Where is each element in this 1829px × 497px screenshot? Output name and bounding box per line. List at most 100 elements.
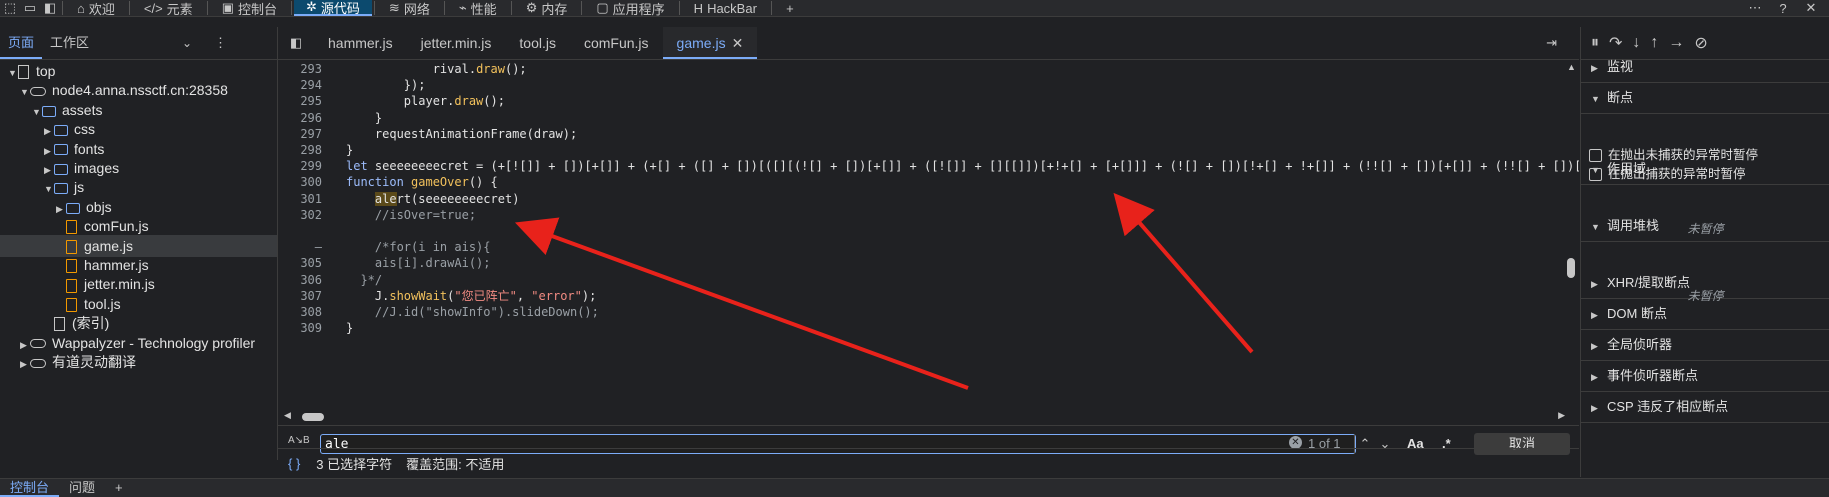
code-token: "您已阵亡" — [454, 288, 517, 303]
scroll-right-icon[interactable]: ▶ — [1558, 410, 1565, 421]
tab-3[interactable]: ✲ 源代码 — [294, 0, 372, 16]
step-out-icon[interactable]: ↑ — [1650, 34, 1658, 52]
scroll-thumb[interactable] — [1567, 258, 1575, 278]
tab-page[interactable]: 页面 — [0, 27, 43, 59]
more-vert-icon[interactable]: ⋮ — [214, 27, 227, 59]
tree-item[interactable]: ▶ 有道灵动翻译 — [0, 351, 277, 373]
scroll-left-icon[interactable]: ◀ — [284, 410, 291, 421]
section-header[interactable]: ▶ 事件侦听器断点 — [1581, 361, 1829, 392]
tab-7[interactable]: ▢ 应用程序 — [584, 0, 676, 16]
device-toggle-icon[interactable]: ▭ — [20, 0, 40, 15]
file-tab[interactable]: tool.js — [505, 27, 570, 59]
close-tab-icon[interactable]: ✕ — [732, 35, 744, 51]
section-header[interactable]: ▼ 断点 — [1581, 83, 1829, 114]
step-over-icon[interactable]: ↷ — [1609, 33, 1622, 53]
file-tab-label: tool.js — [519, 35, 556, 51]
pause-icon[interactable]: ⏸ — [1591, 34, 1599, 52]
file-tab[interactable]: comFun.js — [570, 27, 663, 59]
tab-console[interactable]: 控制台 — [0, 479, 60, 497]
folder-icon — [54, 144, 68, 156]
code-token: showWait — [389, 288, 448, 303]
step-into-icon[interactable]: ↓ — [1632, 34, 1640, 52]
file-tab[interactable]: hammer.js — [314, 27, 407, 59]
tab-4[interactable]: ≋ 网络 — [377, 0, 442, 16]
callstack-not-paused: 未暂停 — [1687, 289, 1724, 303]
more-icon[interactable]: ⋯ — [1745, 0, 1765, 15]
code-token: draw — [454, 94, 484, 109]
tab-issues[interactable]: 问题 — [59, 479, 105, 497]
add-tab-icon[interactable]: + — [780, 1, 800, 16]
toggle-debugger-icon[interactable]: ⇥ — [1546, 35, 1557, 51]
file-tab-label: comFun.js — [583, 35, 649, 51]
file-tab[interactable]: jetter.min.js — [407, 27, 506, 59]
code-token: /*for(i in ais){ — [374, 240, 491, 255]
close-devtools-icon[interactable]: ✕ — [1801, 0, 1821, 15]
tree-item-label: 有道灵动翻译 — [52, 354, 136, 370]
performance-icon: ⌁ — [458, 0, 467, 15]
tree-item-label: css — [74, 121, 95, 138]
collapsed-arrow-icon[interactable]: ▶ — [20, 353, 30, 375]
cloud-icon — [30, 87, 46, 97]
chevron-down-icon[interactable]: ⌄ — [182, 27, 192, 59]
divider — [291, 1, 292, 15]
tab-workspace[interactable]: 工作区 — [42, 27, 97, 59]
code-token: } — [374, 110, 383, 125]
home-icon: ⌂ — [77, 0, 85, 16]
dock-icon[interactable]: ◧ — [40, 0, 60, 15]
checkbox[interactable] — [1589, 149, 1602, 163]
add-drawer-tab-icon[interactable]: + — [105, 479, 133, 497]
deactivate-breakpoints-icon[interactable]: ⊘ — [1694, 33, 1707, 53]
section-label: 断点 — [1607, 90, 1634, 105]
horizontal-scroll-thumb[interactable] — [302, 413, 324, 421]
file-tab-label: game.js — [676, 35, 726, 51]
section-label: DOM 断点 — [1607, 306, 1667, 321]
scroll-up-icon[interactable]: ▲ — [1567, 62, 1576, 72]
tab-0[interactable]: ⌂ 欢迎 — [65, 0, 127, 17]
divider — [581, 1, 583, 15]
js-icon — [66, 278, 77, 293]
application-icon: ▢ — [596, 0, 609, 15]
tab-6[interactable]: ⚙ 内存 — [514, 0, 580, 16]
status-bar: { } 3 已选择字符 覆盖范围: 不适用 — [278, 448, 1579, 477]
inspect-icon[interactable]: ⬚ — [0, 0, 20, 15]
tab-label: 内存 — [541, 1, 568, 17]
tab-label: 性能 — [470, 1, 497, 17]
checkbox[interactable] — [1589, 168, 1602, 182]
step-icon[interactable]: → — [1668, 34, 1684, 52]
line-number[interactable]: 309 — [278, 319, 322, 338]
tree-item-label: hammer.js — [84, 257, 149, 273]
tree-item-label: game.js — [84, 237, 134, 254]
console-icon: ▣ — [221, 0, 234, 15]
code-token: (); — [504, 62, 527, 76]
pretty-print-button[interactable]: { } — [288, 456, 300, 471]
section-header[interactable]: ▶ 全局侦听器 — [1581, 330, 1829, 361]
code-token: rival. — [432, 62, 477, 76]
tree-item-label: jetter.min.js — [84, 276, 155, 293]
pause-caught-row[interactable]: 在抛出捕获的异常时暂停 — [1581, 163, 1746, 182]
code-token: "error" — [531, 288, 582, 303]
toggle-navigator-icon[interactable]: ◧ — [278, 35, 314, 51]
replace-toggle-icon[interactable]: A↘B — [288, 435, 310, 446]
tab-2[interactable]: ▣ 控制台 — [210, 0, 289, 16]
tab-1[interactable]: </> 元素 — [132, 0, 205, 17]
tab-8[interactable]: H HackBar — [682, 0, 769, 16]
search-highlight: ale — [374, 191, 397, 206]
section-label: 监视 — [1607, 59, 1634, 74]
tab-label: 欢迎 — [88, 1, 115, 17]
vertical-scrollbar[interactable]: ▲ — [1563, 60, 1579, 410]
horizontal-scrollbar[interactable]: ◀ ▶ — [278, 409, 1579, 425]
file-tab[interactable]: game.js ✕ — [662, 27, 758, 59]
tree-item-label: top — [36, 63, 56, 79]
code-editor[interactable]: 293 rival.draw(); 294 }); 295 player.draw(… — [278, 60, 1579, 410]
navigator-panel: 页面 工作区 ⌄ ⋮ ▼ top ▼ node4.anna.nssctf.cn:283… — [0, 27, 278, 460]
section-header[interactable]: ▶ CSP 违反了相应断点 — [1581, 392, 1829, 423]
tree-item-label: node4.anna.nssctf.cn:28358 — [52, 82, 228, 99]
pause-uncaught-row[interactable]: 在抛出未捕获的异常时暂停 — [1581, 144, 1758, 163]
tab-5[interactable]: ⌁ 性能 — [447, 0, 509, 16]
tree-item-label: (索引) — [72, 315, 110, 332]
section-header[interactable]: ▶ 监视 — [1581, 52, 1829, 83]
help-icon[interactable]: ? — [1773, 1, 1793, 16]
